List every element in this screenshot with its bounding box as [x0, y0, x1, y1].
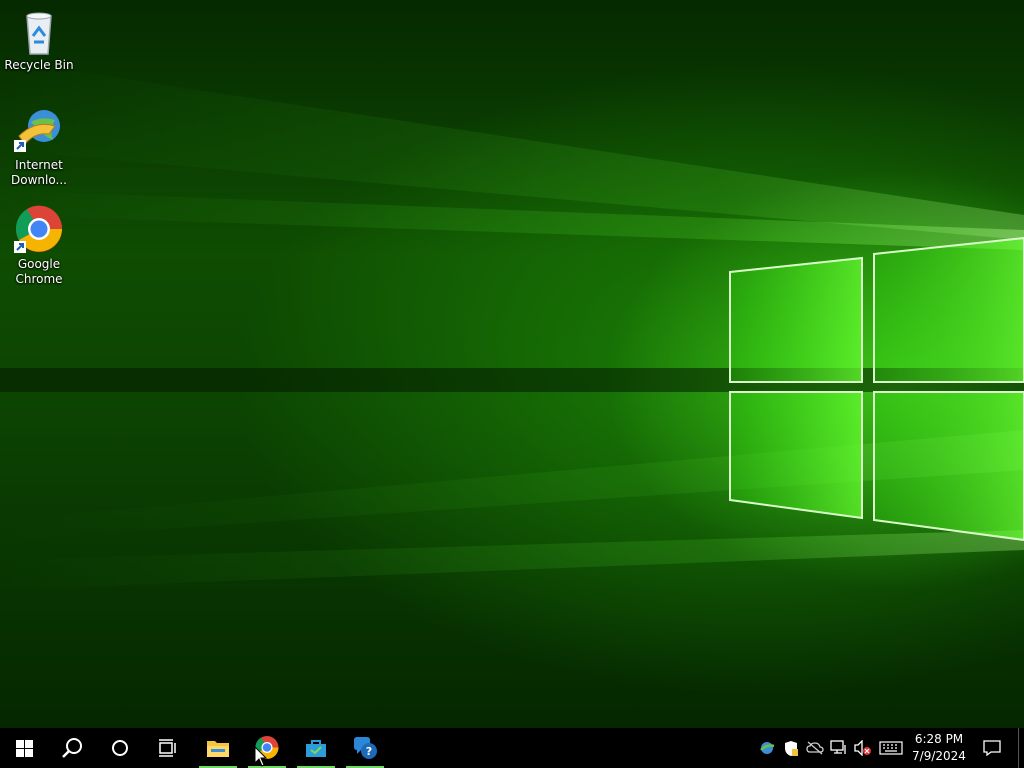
- taskbar-app-get-help[interactable]: ?: [344, 728, 386, 768]
- recycle-bin-icon: [26, 12, 52, 55]
- tray-onedrive[interactable]: [804, 728, 826, 768]
- taskbar: ? 6:28 PM 7/9/2024: [0, 728, 1024, 768]
- clock-time: 6:28 PM: [914, 732, 964, 746]
- search-button[interactable]: [48, 728, 96, 768]
- onedrive-offline-icon: [806, 741, 824, 755]
- desktop-wallpaper: Recycle Bin Internet Downlo... Google Ch…: [0, 0, 1024, 728]
- tray-security[interactable]: [780, 728, 802, 768]
- chrome-icon: [14, 205, 63, 253]
- volume-muted-icon: [854, 740, 871, 756]
- task-view-button[interactable]: [144, 728, 192, 768]
- windows-start-icon: [15, 739, 33, 757]
- keyboard-icon: [879, 741, 903, 755]
- get-help-icon: ?: [354, 737, 377, 759]
- network-icon: [830, 740, 846, 754]
- network-globe-icon: [760, 742, 775, 754]
- task-view-icon: [159, 739, 176, 757]
- svg-text:?: ?: [366, 745, 372, 758]
- desktop-icon-recycle-bin[interactable]: Recycle Bin: [1, 8, 77, 73]
- action-center-icon: [983, 740, 1001, 756]
- cortana-icon: [112, 740, 128, 756]
- desktop-icon-label: Recycle Bin: [4, 58, 74, 72]
- desktop-icon-label: Internet Downlo...: [11, 158, 67, 187]
- start-button[interactable]: [0, 728, 48, 768]
- action-center-button[interactable]: [976, 728, 1008, 768]
- cortana-button[interactable]: [96, 728, 144, 768]
- taskbar-app-store[interactable]: [295, 728, 337, 768]
- search-icon: [62, 738, 82, 758]
- tray-keyboard[interactable]: [877, 728, 905, 768]
- mouse-cursor-icon: [254, 746, 268, 767]
- internet-download-manager-icon: [14, 110, 60, 152]
- clock-date: 7/9/2024: [912, 749, 966, 763]
- desktop-icon-google-chrome[interactable]: Google Chrome: [1, 205, 77, 287]
- tray-network-globe[interactable]: [756, 728, 778, 768]
- taskbar-clock[interactable]: 6:28 PM 7/9/2024: [904, 728, 974, 768]
- windows-logo-wallpaper: [0, 60, 1024, 590]
- file-explorer-icon: [207, 741, 229, 757]
- show-desktop-button[interactable]: [1018, 728, 1024, 768]
- taskbar-app-file-explorer[interactable]: [197, 728, 239, 768]
- tray-network[interactable]: [828, 728, 850, 768]
- store-icon: [306, 740, 326, 757]
- tray-volume[interactable]: [852, 728, 874, 768]
- desktop-icon-internet-download-manager[interactable]: Internet Downlo...: [1, 106, 77, 188]
- security-shield-icon: [785, 740, 798, 756]
- desktop-icon-label: Google Chrome: [15, 257, 63, 286]
